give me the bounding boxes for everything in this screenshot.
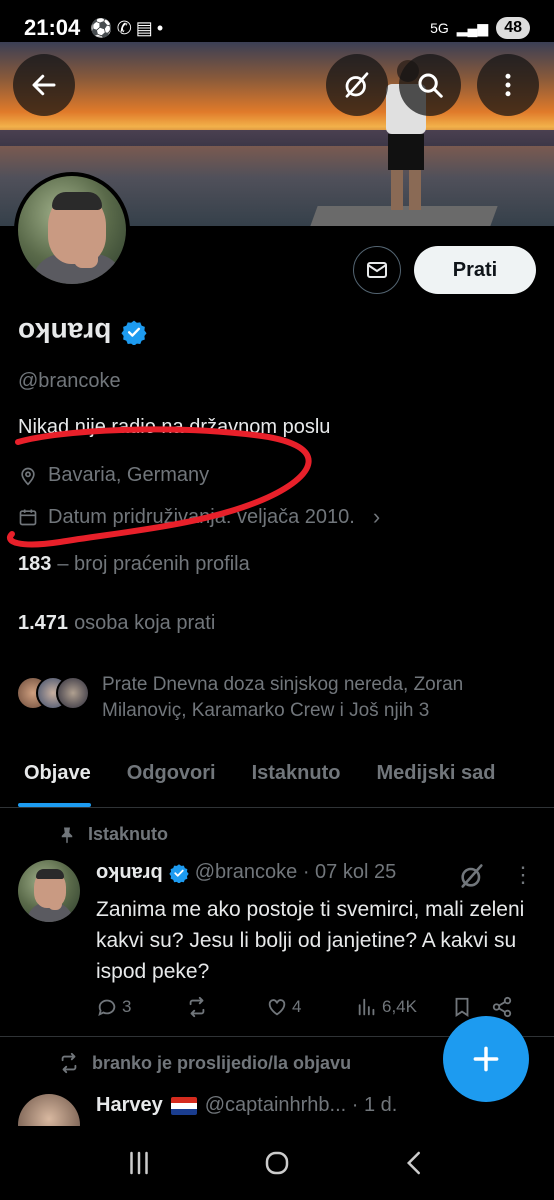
known-followers[interactable]: Prate Dnevna doza sinjskog nereda, Zoran…: [16, 672, 522, 724]
recent-apps-icon[interactable]: [124, 1148, 154, 1178]
chevron-right-icon: ›: [372, 504, 381, 529]
mail-icon: [367, 262, 387, 278]
following-stat[interactable]: 183– broj praćenih profila: [18, 553, 250, 576]
profile-joined[interactable]: Datum pridruživanja: veljača 2010. ›: [18, 504, 380, 530]
status-bar: 21:04 ⚽ ✆ ▤ • 5G ▂▄▆ 48: [0, 0, 554, 56]
tweet-more-icon[interactable]: ⋮: [512, 862, 534, 888]
share-button[interactable]: [491, 996, 513, 1018]
status-time: 21:04: [24, 15, 81, 40]
battery-indicator: 48: [496, 17, 530, 39]
grok-icon[interactable]: [458, 862, 486, 890]
back-button[interactable]: [13, 54, 75, 116]
back-arrow-icon: [32, 74, 56, 96]
message-button[interactable]: [353, 246, 401, 294]
bookmark-icon: [455, 997, 469, 1017]
like-button[interactable]: 4: [266, 996, 356, 1018]
repost-icon: [189, 996, 205, 1018]
location-pin-icon: [21, 467, 35, 486]
followers-count: 1.471: [18, 612, 69, 634]
dot-icon: •: [156, 17, 164, 38]
pinned-indicator: Istaknuto: [58, 824, 168, 845]
reposted-tweet-header: Harvey @captainhrhb... · 1 d.: [96, 1094, 397, 1117]
reply-icon: [98, 999, 116, 1017]
views-icon: [358, 998, 375, 1016]
reposted-author-name[interactable]: Harvey: [96, 1094, 163, 1117]
verified-badge-icon: [169, 863, 189, 883]
view-count: 6,4K: [382, 997, 417, 1016]
reply-count: 3: [122, 997, 132, 1016]
more-options-button[interactable]: [477, 54, 539, 116]
home-icon[interactable]: [262, 1148, 292, 1178]
location-text: Bavaria, Germany: [48, 464, 210, 486]
repost-button[interactable]: [186, 996, 266, 1018]
profile-tabs: Objave Odgovori Istaknuto Medijski sad: [0, 748, 554, 808]
tweet-meta: @brancoke · 07 kol 25: [194, 861, 397, 883]
search-button[interactable]: [399, 54, 461, 116]
tweet-header: branko @brancoke · 07 kol 25: [96, 861, 396, 884]
profile-name-row: branko: [18, 316, 147, 348]
known-followers-text: Prate Dnevna doza sinjskog nereda, Zoran…: [102, 674, 464, 721]
like-icon: [268, 999, 286, 1016]
known-followers-avatars: [16, 676, 90, 712]
network-label: 5G: [430, 20, 449, 36]
news-icon: ▤: [135, 17, 153, 38]
bookmark-button[interactable]: [451, 996, 491, 1018]
repost-indicator: branko je proslijedio/la objavu: [58, 1052, 351, 1074]
signal-icon: ▂▄▆: [456, 19, 489, 36]
pinned-label: Istaknuto: [88, 824, 169, 844]
followers-stat[interactable]: 1.471 osoba koja prati: [18, 612, 215, 635]
back-nav-icon[interactable]: [400, 1148, 430, 1178]
soccer-ball-icon: ⚽: [90, 17, 113, 38]
pin-icon: [61, 827, 73, 843]
tweet-text: Zanima me ako postoje ti svemirci, mali …: [96, 898, 525, 983]
grok-icon: [345, 72, 369, 98]
compose-button[interactable]: [443, 1016, 529, 1102]
tab-objave[interactable]: Objave: [0, 748, 109, 807]
plus-icon: [473, 1046, 499, 1072]
tab-istaknuto[interactable]: Istaknuto: [234, 748, 359, 807]
verified-badge-icon[interactable]: [121, 319, 147, 345]
tab-medijski-sadrzaj[interactable]: Medijski sad: [359, 748, 514, 807]
more-vertical-icon: [505, 73, 511, 97]
notification-icons: ⚽ ✆ ▤ •: [90, 18, 163, 39]
repost-icon: [61, 1052, 77, 1074]
profile-avatar[interactable]: [14, 172, 130, 288]
following-label: – broj praćenih profila: [57, 553, 250, 575]
profile-location: Bavaria, Germany: [18, 464, 209, 487]
calendar-icon: [19, 509, 37, 526]
share-icon: [492, 996, 512, 1018]
reposted-tweet-meta: @captainhrhb... · 1 d.: [204, 1094, 398, 1116]
like-count: 4: [292, 997, 302, 1016]
tweet-actions: 3 4 6,4K: [96, 996, 536, 1018]
views-button[interactable]: 6,4K: [356, 996, 451, 1018]
search-icon: [418, 73, 443, 98]
repost-label: branko je proslijedio/la objavu: [92, 1052, 352, 1073]
tweet-author-name[interactable]: branko: [96, 861, 163, 884]
display-name: branko: [18, 317, 112, 348]
croatia-flag-icon: [170, 1096, 197, 1115]
followers-label: osoba koja prati: [74, 612, 216, 634]
joined-text: Datum pridruživanja: veljača 2010.: [48, 505, 355, 528]
tweet-author-avatar[interactable]: [18, 860, 80, 922]
whatsapp-icon: ✆: [116, 17, 132, 38]
system-nav-bar: [0, 1126, 554, 1200]
profile-bio: Nikad nije radio na državnom poslu: [18, 416, 331, 438]
follow-button[interactable]: Prati: [414, 246, 536, 294]
reply-button[interactable]: 3: [96, 996, 186, 1018]
grok-button[interactable]: [326, 54, 388, 116]
profile-handle: @brancoke: [18, 370, 121, 392]
tab-odgovori[interactable]: Odgovori: [109, 748, 234, 807]
following-count: 183: [18, 553, 52, 575]
